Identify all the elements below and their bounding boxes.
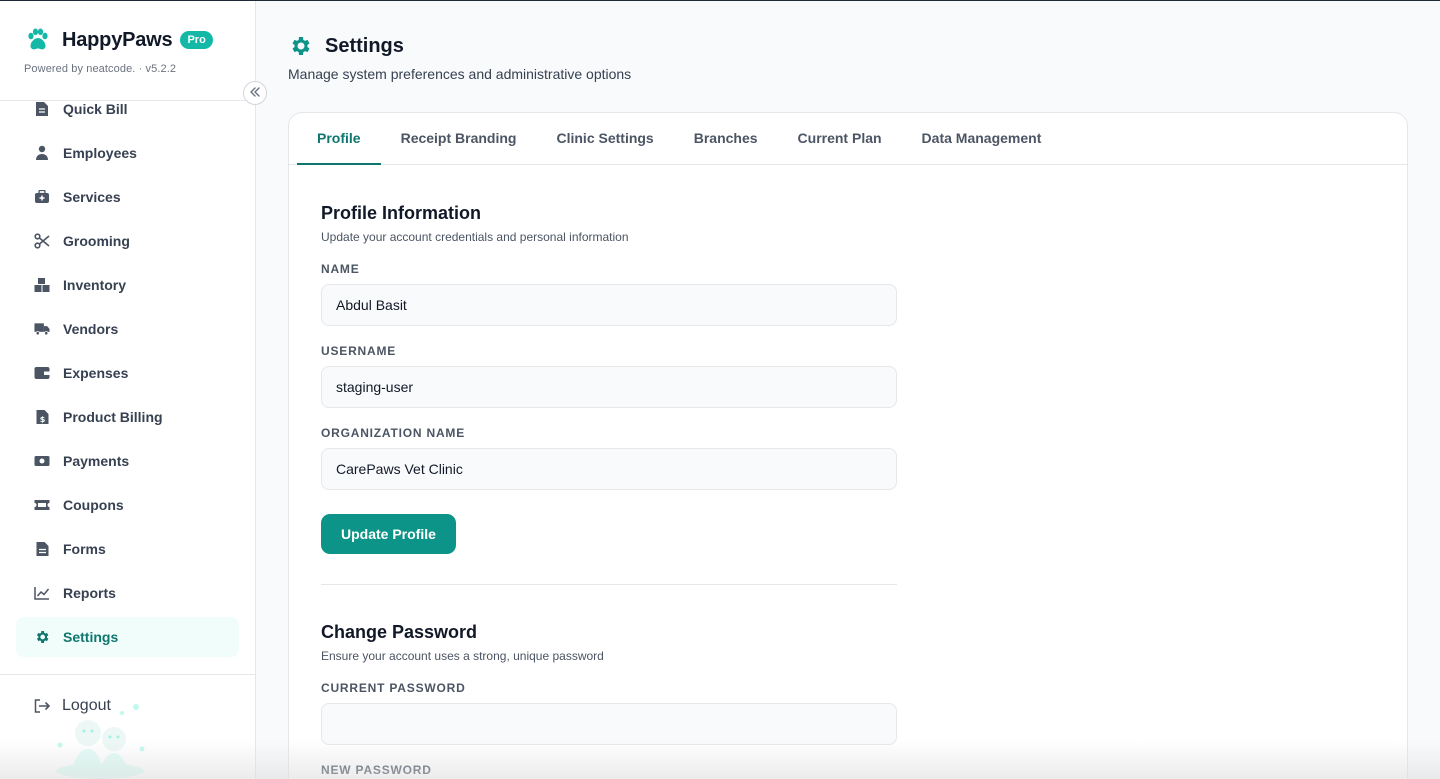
pet-mascot-illustration [52, 699, 148, 779]
sidebar-item-quick-bill[interactable]: Quick Bill [16, 89, 239, 129]
username-input[interactable] [321, 366, 897, 408]
sidebar-item-coupons[interactable]: Coupons [16, 485, 239, 525]
brand-name: HappyPaws [62, 28, 173, 51]
new-password-field-group: NEW PASSWORD [321, 763, 897, 777]
tab-branches[interactable]: Branches [674, 113, 778, 165]
sidebar-item-label: Vendors [63, 321, 119, 337]
pro-badge: Pro [180, 31, 213, 49]
current-password-label: CURRENT PASSWORD [321, 681, 466, 695]
username-field-group: USERNAME [321, 344, 897, 408]
gear-icon [34, 629, 50, 645]
organization-field-group: ORGANIZATION NAME [321, 426, 897, 490]
new-password-label: NEW PASSWORD [321, 763, 432, 777]
settings-gear-icon [288, 34, 312, 58]
section-divider [321, 584, 897, 585]
password-section-description: Ensure your account uses a strong, uniqu… [321, 649, 604, 663]
name-field-group: NAME [321, 262, 897, 326]
sidebar-divider-bottom [0, 674, 255, 675]
sidebar-item-payments[interactable]: Payments [16, 441, 239, 481]
sidebar-item-label: Product Billing [63, 409, 163, 425]
organization-input[interactable] [321, 448, 897, 490]
sidebar-item-label: Quick Bill [63, 101, 128, 117]
sidebar-item-settings[interactable]: Settings [16, 617, 239, 657]
boxes-icon [34, 277, 50, 293]
truck-icon [34, 321, 50, 337]
sidebar-item-label: Forms [63, 541, 106, 557]
sidebar-item-label: Expenses [63, 365, 129, 381]
collapse-sidebar-button[interactable] [243, 81, 267, 105]
profile-section-title: Profile Information [321, 203, 482, 223]
sidebar-item-vendors[interactable]: Vendors [16, 309, 239, 349]
brand[interactable]: HappyPaws Pro [24, 26, 213, 54]
password-section: Change Password Ensure your account uses… [321, 622, 897, 779]
medical-bag-icon [34, 189, 50, 205]
current-password-field-group: CURRENT PASSWORD [321, 681, 897, 745]
double-chevron-left-icon [249, 86, 261, 101]
password-section-title: Change Password [321, 622, 478, 642]
sidebar-item-label: Reports [63, 585, 116, 601]
profile-section-description: Update your account credentials and pers… [321, 230, 629, 244]
money-icon [34, 453, 50, 469]
name-label: NAME [321, 262, 360, 276]
settings-card: Profile Receipt Branding Clinic Settings… [288, 112, 1408, 779]
organization-label: ORGANIZATION NAME [321, 426, 466, 440]
update-profile-button[interactable]: Update Profile [321, 514, 456, 554]
tab-profile[interactable]: Profile [297, 113, 381, 165]
sidebar-item-forms[interactable]: Forms [16, 529, 239, 569]
document-icon [34, 101, 50, 117]
sidebar-item-label: Settings [63, 629, 119, 645]
sidebar-item-employees[interactable]: Employees [16, 133, 239, 173]
logout-icon [34, 698, 50, 714]
page-subtitle: Manage system preferences and administra… [288, 66, 632, 82]
sidebar-item-product-billing[interactable]: $ Product Billing [16, 397, 239, 437]
sidebar-item-grooming[interactable]: Grooming [16, 221, 239, 261]
sidebar: HappyPaws Pro Powered by neatcode. · v5.… [0, 1, 267, 779]
user-icon [34, 145, 50, 161]
sidebar-item-expenses[interactable]: Expenses [16, 353, 239, 393]
sidebar-item-label: Coupons [63, 497, 124, 513]
sidebar-item-label: Payments [63, 453, 130, 469]
sidebar-item-inventory[interactable]: Inventory [16, 265, 239, 305]
current-password-input[interactable] [321, 703, 897, 745]
svg-text:$: $ [39, 415, 45, 424]
scissors-icon [34, 233, 50, 249]
paw-logo-icon [24, 26, 52, 54]
tab-data-management[interactable]: Data Management [902, 113, 1062, 165]
ticket-icon [34, 497, 50, 513]
tab-current-plan[interactable]: Current Plan [778, 113, 902, 165]
powered-by-text: Powered by neatcode. · v5.2.2 [24, 63, 177, 75]
page-header: Settings Manage system preferences and a… [288, 34, 632, 83]
wallet-icon [34, 365, 50, 381]
invoice-icon: $ [34, 409, 50, 425]
username-label: USERNAME [321, 344, 397, 358]
sidebar-nav: Quick Bill Employees Services Grooming I… [16, 89, 239, 661]
tab-clinic-settings[interactable]: Clinic Settings [536, 113, 673, 165]
sidebar-item-label: Inventory [63, 277, 127, 293]
name-input[interactable] [321, 284, 897, 326]
settings-tabs: Profile Receipt Branding Clinic Settings… [289, 113, 1407, 165]
sidebar-item-label: Services [63, 189, 121, 205]
sidebar-item-label: Grooming [63, 233, 130, 249]
sidebar-item-services[interactable]: Services [16, 177, 239, 217]
page-title: Settings [325, 34, 404, 57]
sidebar-item-label: Employees [63, 145, 137, 161]
tab-receipt-branding[interactable]: Receipt Branding [381, 113, 537, 165]
chart-line-icon [34, 585, 50, 601]
profile-section: Profile Information Update your account … [321, 203, 897, 554]
form-icon [34, 541, 50, 557]
sidebar-item-reports[interactable]: Reports [16, 573, 239, 613]
